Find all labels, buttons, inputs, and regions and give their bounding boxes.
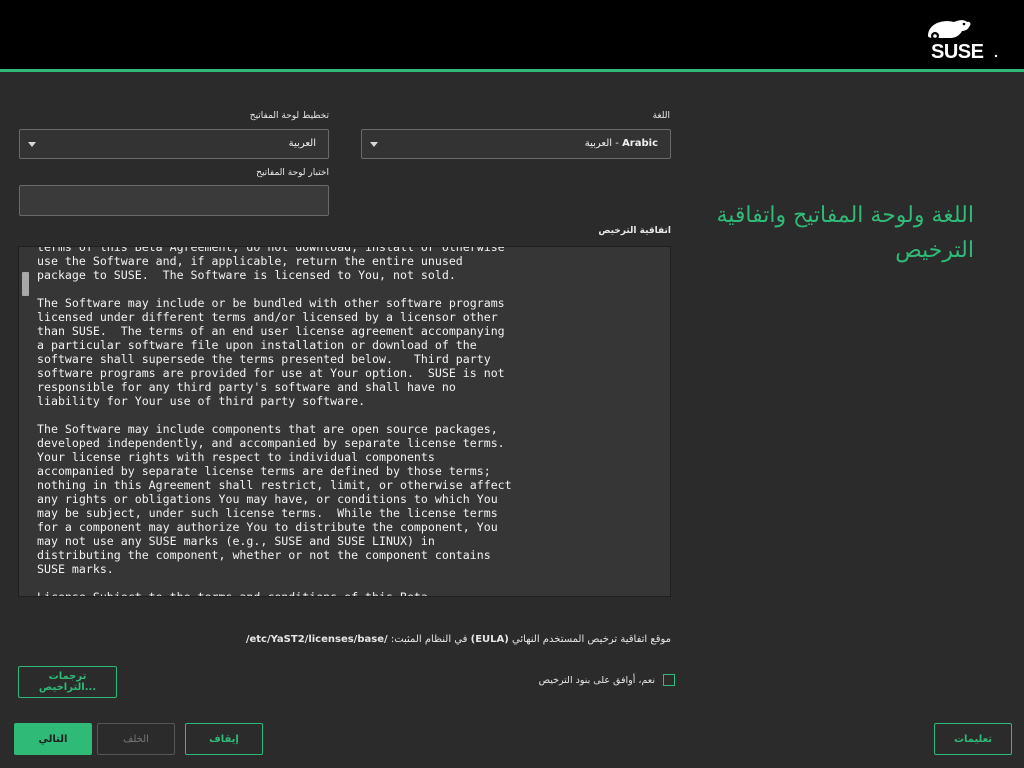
svg-text:SUSE: SUSE (931, 41, 984, 60)
page-title: اللغة ولوحة المفاتيح واتفاقية الترخيص (716, 203, 974, 263)
license-translations-button[interactable]: ترجمات التراخيص... (18, 666, 117, 698)
language-select[interactable]: Arabic - العربية (361, 129, 671, 159)
accept-license-checkbox[interactable] (663, 674, 675, 686)
header-accent-line (0, 69, 1024, 72)
chevron-down-icon (370, 142, 378, 147)
keyboard-layout-label: تخطيط لوحة المفاتيح (249, 111, 329, 121)
suse-logo: SUSE (928, 20, 998, 60)
chevron-down-icon (28, 142, 36, 147)
keyboard-test-label: اختبار لوحة المفاتيح (256, 168, 329, 178)
keyboard-test-input[interactable] (19, 185, 329, 216)
keyboard-layout-value: العربية (288, 138, 316, 149)
back-button[interactable]: الخلف (97, 723, 175, 755)
license-text-area[interactable]: terms of this Beta Agreement, do not dow… (18, 246, 671, 597)
language-label: اللغة (652, 111, 670, 121)
language-value: Arabic - العربية (584, 138, 658, 149)
abort-button[interactable]: إيقاف (185, 723, 263, 755)
license-text: terms of this Beta Agreement, do not dow… (37, 246, 512, 597)
keyboard-layout-select[interactable]: العربية (19, 129, 329, 159)
accept-license-label: نعم، أوافق على بنود الترخيص (538, 674, 655, 686)
eula-location: موقع اتفاقية ترخيص المستخدم النهائي (EUL… (245, 634, 671, 645)
next-button[interactable]: التالي (14, 723, 92, 755)
help-button[interactable]: تعليمات (934, 723, 1012, 755)
license-scrollbar[interactable] (22, 272, 29, 296)
accept-license-checkbox-row[interactable]: نعم، أوافق على بنود الترخيص (539, 674, 675, 686)
header-bar (0, 0, 1024, 69)
license-agreement-label: اتفاقية الترخيص (598, 226, 671, 236)
